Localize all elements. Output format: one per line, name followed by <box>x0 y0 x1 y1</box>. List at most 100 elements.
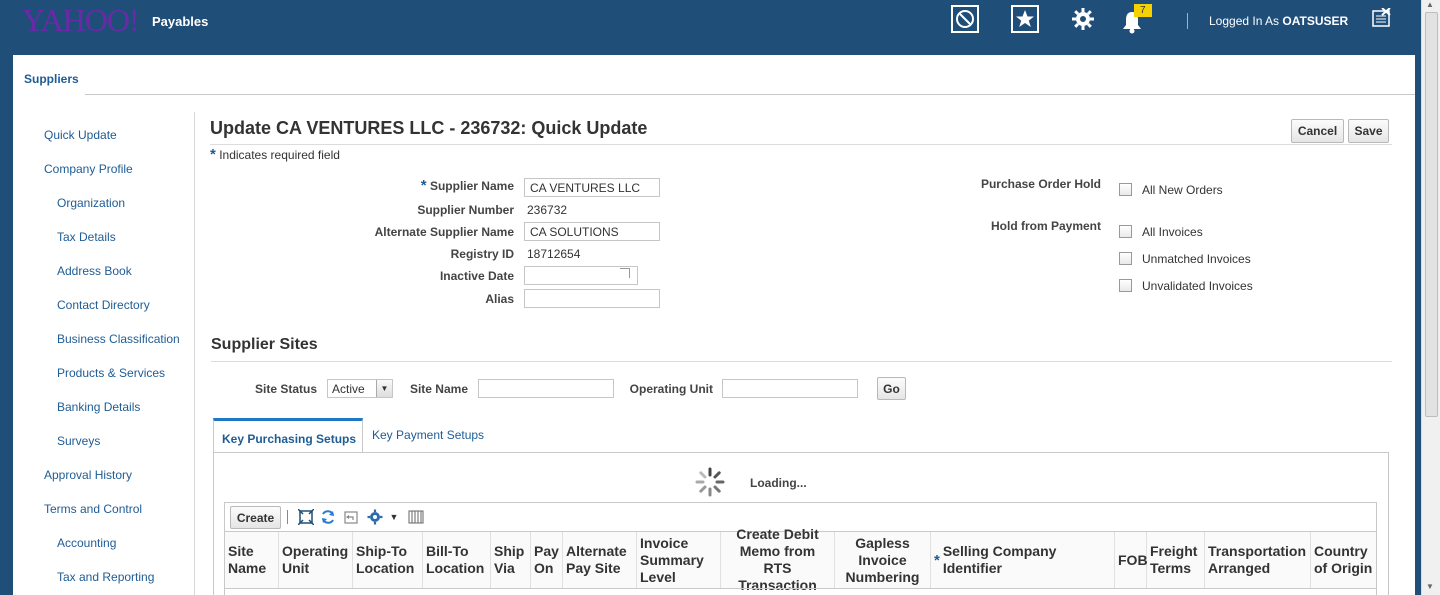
nav-item-address-book[interactable]: Address Book <box>57 264 132 278</box>
site-name-label: Site Name <box>409 382 468 396</box>
loading-text: Loading... <box>750 476 807 490</box>
all-new-orders-checkbox[interactable] <box>1119 183 1132 196</box>
cancel-button[interactable]: Cancel <box>1291 119 1344 143</box>
inactive-date-label: Inactive Date <box>439 269 514 283</box>
tab-suppliers[interactable]: Suppliers <box>24 72 79 86</box>
all-invoices-checkbox[interactable] <box>1119 225 1132 238</box>
app-name: Payables <box>152 14 209 29</box>
site-name-field[interactable] <box>478 379 614 398</box>
nav-item-approval-history[interactable]: Approval History <box>44 468 132 482</box>
unmatched-invoices-checkbox[interactable] <box>1119 252 1132 265</box>
selling-company-identifier-text: Selling Company Identifier <box>942 543 1057 576</box>
column-header-freight-terms[interactable]: Freight Terms <box>1147 532 1205 588</box>
notification-count-badge: 7 <box>1134 4 1152 17</box>
columns-icon[interactable] <box>407 508 425 526</box>
column-header-ship-to-location[interactable]: Ship-To Location <box>353 532 423 588</box>
column-header-fob[interactable]: FOB <box>1115 532 1148 588</box>
nav-item-tax-and-reporting[interactable]: Tax and Reporting <box>57 570 154 584</box>
alternate-supplier-name-label: Alternate Supplier Name <box>374 225 514 239</box>
site-status-value: Active <box>332 382 365 396</box>
operating-unit-label: Operating Unit <box>629 382 713 396</box>
supplier-name-required-star: * <box>420 177 427 194</box>
logged-in-prefix: Logged In As <box>1209 14 1280 28</box>
unmatched-invoices-label: Unmatched Invoices <box>1142 252 1251 266</box>
logged-in-text: Logged In As OATSUSER <box>1209 14 1348 28</box>
column-header-alternate-pay-site[interactable]: Alternate Pay Site <box>563 532 637 588</box>
nav-item-tax-details[interactable]: Tax Details <box>57 230 116 244</box>
unvalidated-invoices-label: Unvalidated Invoices <box>1142 279 1253 293</box>
revert-icon[interactable] <box>342 508 360 526</box>
nav-item-products-services[interactable]: Products & Services <box>57 366 165 380</box>
tab-key-payment-setups[interactable]: Key Payment Setups <box>372 428 484 442</box>
nav-item-contact-directory[interactable]: Contact Directory <box>57 298 150 312</box>
nav-item-business-classification[interactable]: Business Classification <box>57 332 180 346</box>
required-star: * <box>210 146 216 163</box>
nav-item-accounting[interactable]: Accounting <box>57 536 116 550</box>
site-status-label: Site Status <box>254 382 317 396</box>
left-navigation: Quick Update Company Profile Organizatio… <box>13 112 195 595</box>
nav-item-organization[interactable]: Organization <box>57 196 125 210</box>
supplier-number-label: Supplier Number <box>417 203 514 217</box>
required-field-note: * Indicates required field <box>210 146 340 163</box>
column-header-invoice-summary-level[interactable]: Invoice Summary Level <box>637 532 721 588</box>
nav-item-surveys[interactable]: Surveys <box>57 434 100 448</box>
nav-item-banking-details[interactable]: Banking Details <box>57 400 140 414</box>
column-header-transportation-arranged[interactable]: Transportation Arranged <box>1205 532 1311 588</box>
supplier-name-label-text: Supplier Name <box>429 179 514 193</box>
column-header-bill-to-location[interactable]: Bill-To Location <box>423 532 491 588</box>
save-button[interactable]: Save <box>1348 119 1389 143</box>
column-header-ship-via[interactable]: Ship Via <box>491 532 531 588</box>
column-header-pay-on[interactable]: Pay On <box>531 532 563 588</box>
all-new-orders-label: All New Orders <box>1142 183 1223 197</box>
unvalidated-invoices-checkbox[interactable] <box>1119 279 1132 292</box>
alias-field[interactable] <box>524 289 660 308</box>
scrollbar-thumb[interactable] <box>1425 12 1438 417</box>
nav-item-terms-and-control[interactable]: Terms and Control <box>44 502 142 516</box>
column-header-country-of-origin[interactable]: Country of Origin <box>1311 532 1376 588</box>
tab-active-indicator <box>13 93 85 96</box>
settings-icon[interactable] <box>1069 5 1097 33</box>
page-title: Update CA VENTURES LLC - 236732: Quick U… <box>210 118 648 138</box>
favorites-icon[interactable] <box>1011 5 1039 33</box>
detach-icon[interactable] <box>297 508 315 526</box>
supplier-name-field[interactable]: CA VENTURES LLC <box>524 178 660 197</box>
close-icon[interactable] <box>1372 7 1392 28</box>
operating-unit-field[interactable] <box>722 379 858 398</box>
create-button[interactable]: Create <box>230 506 281 529</box>
nav-item-quick-update[interactable]: Quick Update <box>44 128 117 142</box>
hold-from-payment-label: Hold from Payment <box>990 219 1101 233</box>
site-status-select[interactable]: Active ▼ <box>327 379 393 398</box>
username: OATSUSER <box>1282 14 1349 28</box>
loading-spinner-icon <box>694 466 726 498</box>
title-divider <box>210 144 1392 145</box>
section-divider <box>211 361 1392 362</box>
refresh-icon[interactable] <box>319 508 337 526</box>
column-header-site-name[interactable]: Site Name <box>225 532 279 588</box>
toolbar-divider <box>287 510 288 524</box>
all-invoices-label: All Invoices <box>1142 225 1203 239</box>
supplier-name-label: * Supplier Name <box>300 177 514 194</box>
table-header-divider <box>225 588 1376 589</box>
scroll-down-icon[interactable]: ▼ <box>1426 582 1434 591</box>
required-note-text: Indicates required field <box>219 148 340 162</box>
nav-item-company-profile[interactable]: Company Profile <box>44 162 133 176</box>
gear-menu-chevron-down-icon[interactable]: ▼ <box>385 508 403 526</box>
alias-label: Alias <box>485 292 514 306</box>
vertical-scrollbar[interactable]: ▲ ▼ <box>1421 0 1440 595</box>
calendar-icon[interactable] <box>620 268 630 278</box>
alternate-supplier-name-field[interactable]: CA SOLUTIONS <box>524 222 660 241</box>
tab-key-purchasing-setups[interactable]: Key Purchasing Setups <box>213 418 363 453</box>
accessibility-icon[interactable] <box>951 5 979 33</box>
purchase-order-hold-label: Purchase Order Hold <box>980 177 1101 191</box>
column-header-create-debit-memo[interactable]: Create Debit Memo from RTS Transaction <box>721 526 835 593</box>
go-button[interactable]: Go <box>877 377 906 400</box>
gear-icon[interactable] <box>366 508 384 526</box>
column-header-gapless-invoice-numbering[interactable]: Gapless Invoice Numbering <box>835 532 931 588</box>
column-header-operating-unit[interactable]: Operating Unit <box>279 532 353 588</box>
registry-id-value: 18712654 <box>527 247 581 261</box>
chevron-down-icon[interactable]: ▼ <box>376 380 392 397</box>
supplier-sites-heading: Supplier Sites <box>211 336 318 353</box>
column-header-selling-company-identifier[interactable]: * Selling Company Identifier <box>931 532 1115 588</box>
header-divider <box>1187 13 1188 29</box>
scroll-up-icon[interactable]: ▲ <box>1426 0 1434 9</box>
